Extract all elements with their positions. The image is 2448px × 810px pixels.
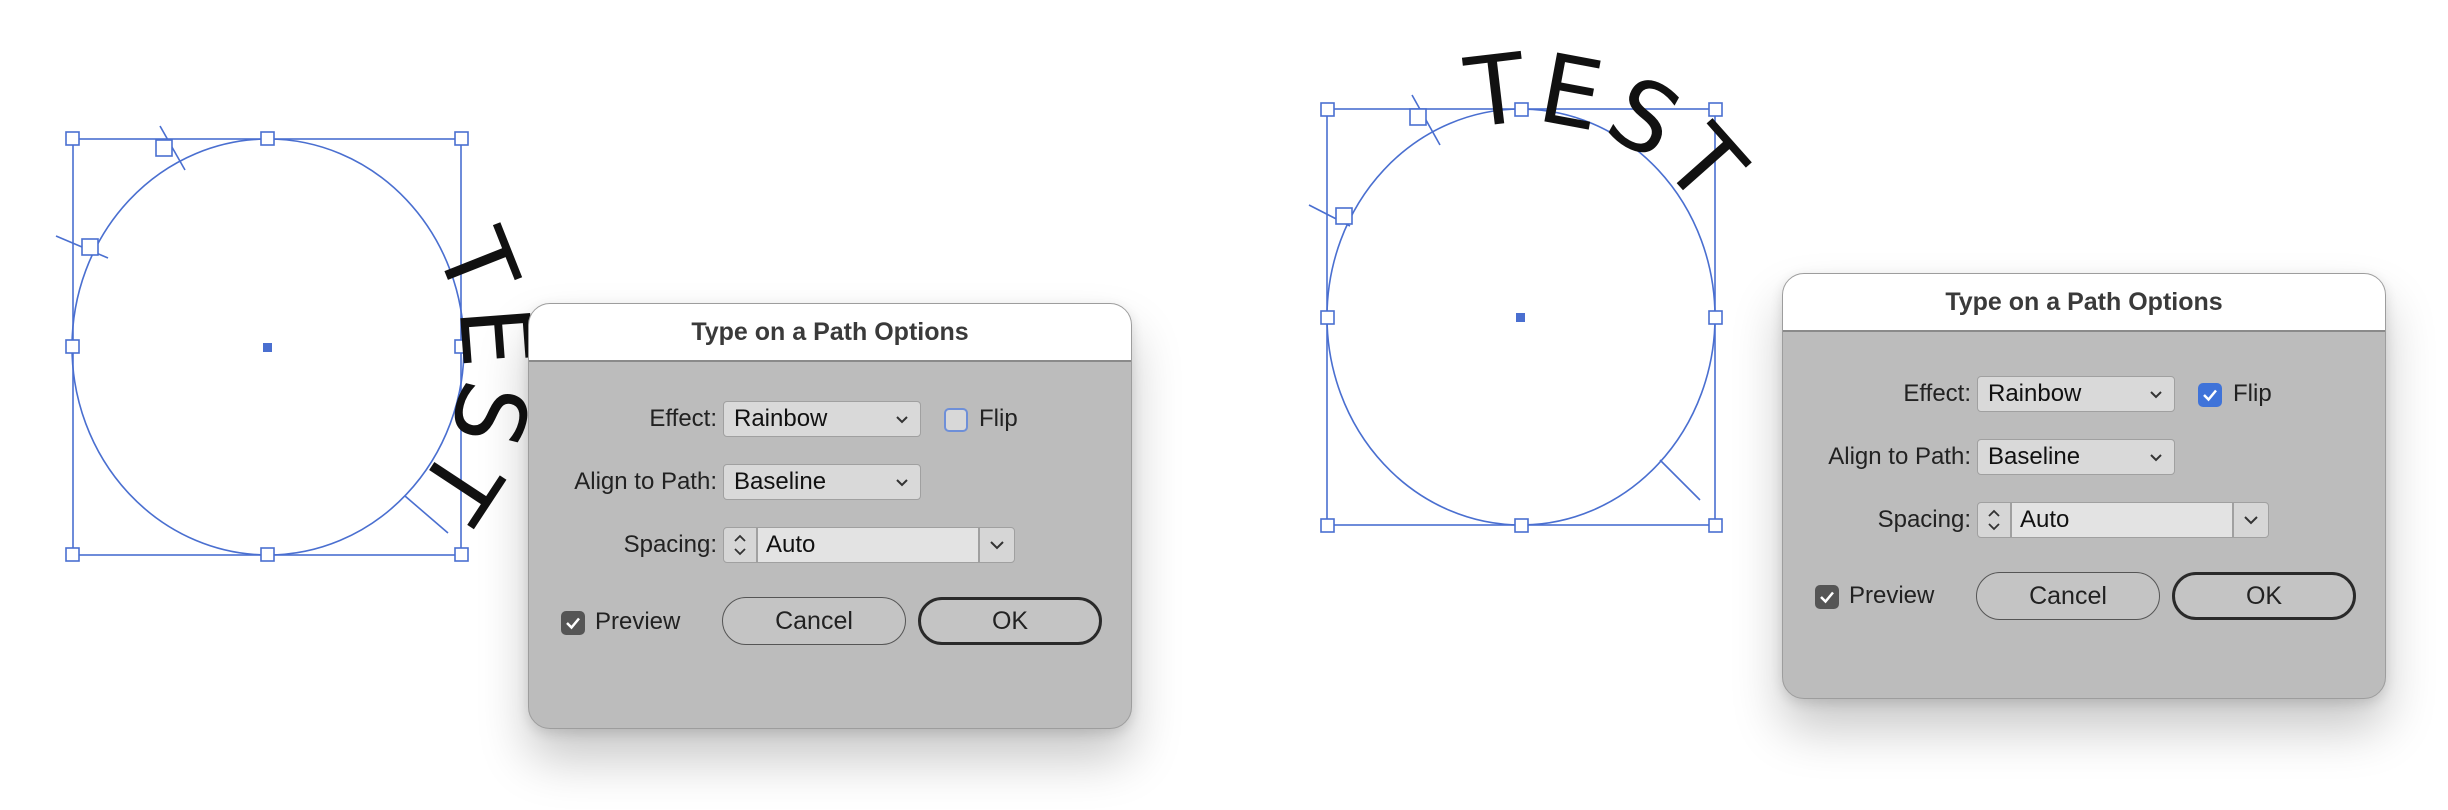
preview-label: Preview (1849, 582, 1935, 609)
right-path-object[interactable]: TEST (1308, 0, 1783, 533)
spacing-input[interactable]: Auto (757, 527, 979, 563)
preview-checkbox[interactable] (561, 611, 585, 635)
flip-checkbox[interactable] (2198, 383, 2222, 407)
right-path-text[interactable]: TEST (1443, 0, 1782, 277)
checkmark-icon (2203, 389, 2217, 402)
checkmark-icon (1820, 591, 1834, 604)
chevron-down-icon (2150, 391, 2162, 399)
cancel-button[interactable]: Cancel (1976, 572, 2160, 620)
dialog-title: Type on a Path Options (1783, 274, 2385, 332)
preview-label: Preview (595, 608, 681, 635)
chevron-down-icon (2150, 454, 2162, 462)
chevron-down-icon (896, 479, 908, 487)
spacing-value: Auto (766, 531, 816, 558)
flip-label: Flip (979, 405, 1018, 432)
align-to-path-label: Align to Path: (1828, 443, 1971, 470)
checkmark-icon (566, 617, 580, 630)
effect-label: Effect: (1903, 380, 1971, 407)
spacing-value: Auto (2020, 506, 2070, 533)
type-on-path-dialog-left: Type on a Path Options Effect: Rainbow F… (528, 303, 1132, 729)
flip-label: Flip (2233, 380, 2272, 407)
stepper-arrows-icon (734, 534, 746, 556)
align-to-path-select[interactable]: Baseline (723, 464, 921, 500)
cancel-button[interactable]: Cancel (722, 597, 906, 645)
chevron-down-icon (896, 416, 908, 424)
align-to-path-value: Baseline (734, 468, 827, 495)
chevron-down-icon (2244, 516, 2258, 525)
ok-button[interactable]: OK (918, 597, 1102, 645)
spacing-label: Spacing: (1877, 506, 1971, 533)
stepper-arrows-icon (1988, 509, 2000, 531)
align-to-path-label: Align to Path: (574, 468, 717, 495)
ok-button[interactable]: OK (2172, 572, 2356, 620)
dialog-title: Type on a Path Options (529, 304, 1131, 362)
effect-label: Effect: (649, 405, 717, 432)
spacing-stepper[interactable] (723, 527, 757, 563)
effect-select[interactable]: Rainbow (723, 401, 921, 437)
chevron-down-icon (990, 541, 1004, 550)
align-to-path-select[interactable]: Baseline (1977, 439, 2175, 475)
spacing-input[interactable]: Auto (2011, 502, 2233, 538)
spacing-dropdown-button[interactable] (2233, 502, 2269, 538)
preview-checkbox[interactable] (1815, 585, 1839, 609)
flip-checkbox[interactable] (944, 408, 968, 432)
align-to-path-value: Baseline (1988, 443, 2081, 470)
effect-value: Rainbow (734, 405, 828, 432)
spacing-stepper[interactable] (1977, 502, 2011, 538)
effect-select[interactable]: Rainbow (1977, 376, 2175, 412)
effect-value: Rainbow (1988, 380, 2082, 407)
spacing-dropdown-button[interactable] (979, 527, 1015, 563)
spacing-label: Spacing: (623, 531, 717, 558)
type-on-path-dialog-right: Type on a Path Options Effect: Rainbow F… (1782, 273, 2386, 699)
